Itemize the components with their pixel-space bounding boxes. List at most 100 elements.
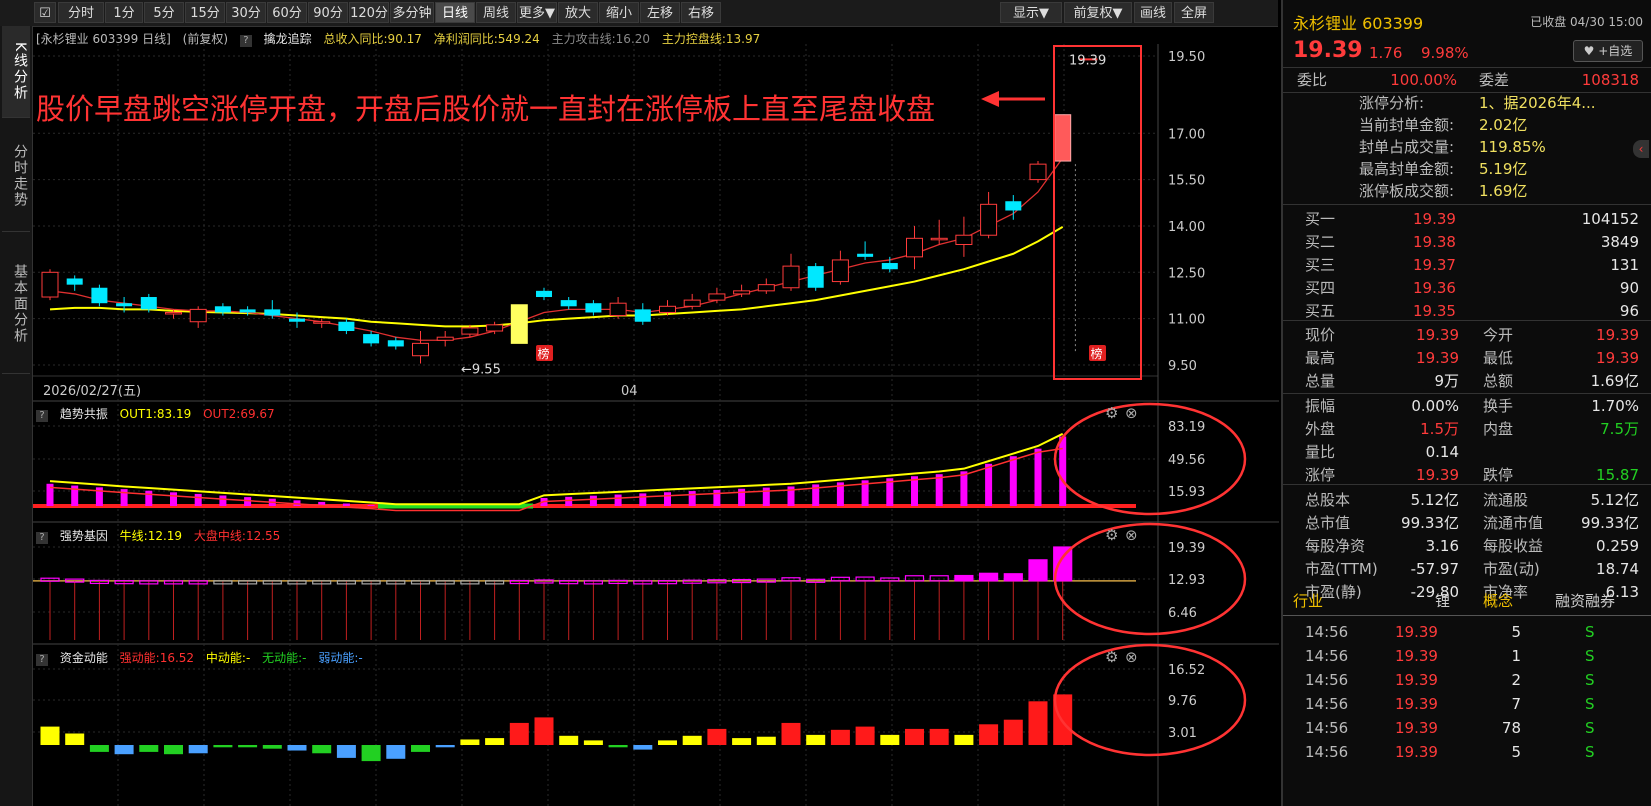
toolbar-btn-5[interactable]: 60分 [267, 2, 307, 23]
panel-tick: 15.93 [1168, 485, 1205, 500]
toolbar-btn-13[interactable]: 缩小 [599, 2, 639, 23]
stat-row: 每股净资 3.16 每股收益 0.259 [1305, 537, 1639, 555]
panel1-name[interactable]: 趋势共振 [60, 407, 108, 421]
momentum-bar [732, 738, 752, 745]
momentum-bar [89, 745, 109, 752]
tab-fundamental[interactable]: 基本面分析 [2, 234, 30, 374]
toolbar-btn-2[interactable]: 5分 [144, 2, 184, 23]
momentum-bar [954, 734, 974, 745]
toolbar-right-btn-2[interactable]: 画线 [1134, 2, 1172, 23]
bid-row[interactable]: 买四 19.36 90 [1283, 276, 1651, 300]
limit-info-row: 最高封单金额: 5.19亿 [1283, 158, 1651, 180]
panel-tick: 16.52 [1168, 663, 1205, 678]
checkbox-icon[interactable]: ☑ [34, 2, 56, 23]
info-tab-1[interactable]: 锂 [1435, 590, 1450, 611]
toolbar-btn-15[interactable]: 右移 [681, 2, 721, 23]
candle-body [807, 266, 824, 288]
panel3-name[interactable]: 资金动能 [60, 651, 108, 665]
out1-line [49, 432, 1064, 506]
toolbar-btn-8[interactable]: 多分钟 [390, 2, 434, 23]
candle-body [955, 234, 973, 245]
weibi-value: 100.00% [1390, 71, 1457, 89]
candle-body [461, 327, 479, 335]
toolbar-btn-1[interactable]: 1分 [105, 2, 143, 23]
toolbar-btn-14[interactable]: 左移 [640, 2, 680, 23]
tab-k-line[interactable]: K线分析 [2, 26, 30, 118]
toolbar-btn-9[interactable]: 日线 [435, 2, 475, 23]
trend-bar [565, 496, 573, 506]
panel2-bull: 牛线:12.19 [119, 529, 183, 543]
momentum-bar [830, 729, 850, 745]
bid-row[interactable]: 买二 19.38 3849 [1283, 230, 1651, 254]
help-icon[interactable]: ? [36, 654, 48, 666]
tick-row: 14:56 19.39 5 S [1305, 623, 1595, 641]
date-label: 2026/02/27(五) [43, 384, 141, 399]
candle-body [585, 303, 602, 313]
trend-bar [639, 493, 647, 506]
toolbar-right-btn-1[interactable]: 前复权▼ [1064, 2, 1132, 23]
limit-info-value: 119.85% [1479, 138, 1546, 156]
panel3-strong: 强动能:16.52 [119, 651, 195, 665]
toolbar-right-btn-0[interactable]: 显示▼ [1000, 2, 1062, 23]
panel-tick: 83.19 [1168, 420, 1205, 435]
momentum-bar [164, 745, 183, 755]
panel2-market: 大盘中线:12.55 [193, 529, 281, 543]
momentum-bar [188, 745, 208, 754]
trend-bar [935, 474, 943, 506]
chart-area[interactable]: 19.50 17.00 15.50 14.00 12.50 11.00 9.50 2026/0… [33, 44, 1279, 806]
price-tick: 9.50 [1168, 359, 1197, 374]
tick-row: 14:56 19.39 7 S [1305, 695, 1595, 713]
momentum-bar [1028, 701, 1048, 745]
tab-intraday[interactable]: 分时走势 [2, 120, 30, 232]
left-tabs: K线分析 分时走势 基本面分析 [0, 26, 33, 806]
bid-row[interactable]: 买三 19.37 131 [1283, 253, 1651, 277]
trend-bar [960, 471, 968, 506]
limit-info-row: 涨停分析: 1、据2026年4... [1283, 92, 1651, 114]
momentum-bar [608, 745, 628, 748]
momentum-bar [114, 745, 134, 755]
stat-row: 量比 0.14 [1305, 443, 1459, 461]
trend-bar [614, 494, 622, 506]
momentum-bar [929, 728, 949, 745]
toolbar-btn-0[interactable]: 分时 [58, 2, 104, 23]
candle-body [387, 340, 404, 347]
help-icon[interactable]: ? [36, 410, 48, 422]
info-tab-0[interactable]: 行业 [1293, 590, 1323, 611]
gear-icon: ⚙ [1105, 404, 1118, 422]
add-watchlist-button[interactable]: ♥ +自选 [1573, 40, 1643, 62]
strength-bar [954, 574, 974, 582]
bid-row[interactable]: 买一 19.39 104152 [1283, 207, 1651, 231]
panel-tick: 6.46 [1168, 606, 1197, 621]
help-icon[interactable]: ? [36, 532, 48, 544]
candle-body [708, 293, 726, 301]
toolbar-btn-4[interactable]: 30分 [226, 2, 266, 23]
limit-info-row: 涨停板成交额: 1.69亿 [1283, 180, 1651, 202]
toolbar-btn-12[interactable]: 放大 [558, 2, 598, 23]
toolbar: ☑ 分时 1分 5分 15分 30分 60分 90分 120分 多分钟 日线 周线 更多▼ 放大 缩小 左移右… [0, 0, 1278, 27]
stat-row: 总股本 5.12亿 流通股 5.12亿 [1305, 491, 1639, 509]
panel2-name[interactable]: 强势基因 [60, 529, 108, 543]
limit-info-key: 封单占成交量: [1359, 138, 1455, 156]
toolbar-btn-3[interactable]: 15分 [185, 2, 225, 23]
candle-body [560, 300, 577, 307]
panel1-header: ? 趋势共振 OUT1:83.19 OUT2:69.67 [36, 405, 283, 422]
collapse-arrow-icon[interactable]: ‹ [1633, 140, 1649, 158]
panel-tick: 9.76 [1168, 694, 1197, 709]
candle-body [486, 324, 504, 332]
info-tab-2[interactable]: 概念 [1483, 590, 1513, 611]
toolbar-btn-11[interactable]: 更多▼ [517, 2, 557, 23]
candle-body [930, 237, 948, 241]
toolbar-btn-10[interactable]: 周线 [476, 2, 516, 23]
toolbar-btn-6[interactable]: 90分 [308, 2, 348, 23]
momentum-bar [633, 745, 653, 750]
toolbar-btn-7[interactable]: 120分 [349, 2, 389, 23]
panel1-out1: OUT1:83.19 [119, 407, 192, 421]
last-price: 19.39 [1293, 38, 1363, 63]
info-tab-3[interactable]: 融资融券 [1555, 590, 1615, 611]
panel-strength: 19.39 12.93 6.46 [33, 541, 1205, 640]
candle-body [757, 284, 775, 292]
momentum-bar [682, 735, 702, 745]
candle-body [1054, 114, 1072, 162]
toolbar-right-btn-3[interactable]: 全屏 [1174, 2, 1214, 23]
close-icon: ⊗ [1125, 526, 1138, 544]
